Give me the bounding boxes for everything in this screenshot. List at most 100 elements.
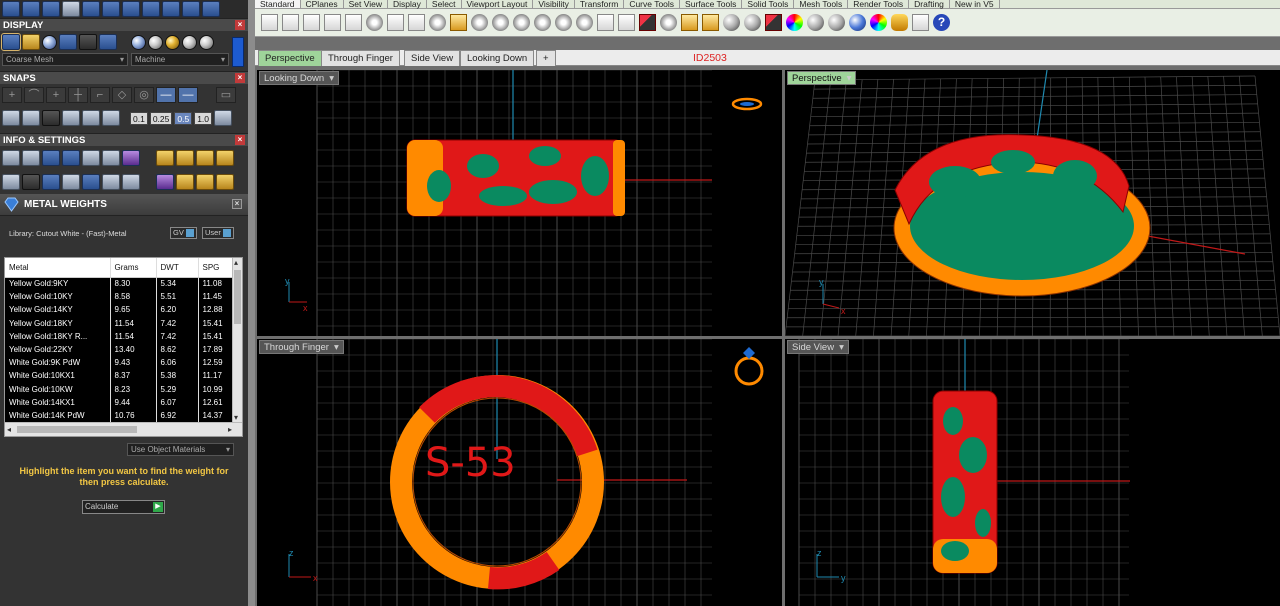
info-section-header[interactable]: INFO & SETTINGS × xyxy=(0,133,248,146)
cut-icon[interactable] xyxy=(366,14,383,31)
table-row[interactable]: White Gold:10KW 8.23 5.29 10.99 xyxy=(5,382,234,396)
smarttrack-icon[interactable] xyxy=(62,110,80,126)
toolbar-tab-select[interactable]: Select xyxy=(427,0,462,9)
render-sphere-icon[interactable] xyxy=(828,14,845,31)
ring-tool-icon[interactable] xyxy=(216,174,234,190)
history-icon[interactable] xyxy=(912,14,929,31)
rendered-sphere-icon[interactable] xyxy=(849,14,866,31)
points-icon[interactable] xyxy=(2,1,20,17)
gem-tool-icon[interactable] xyxy=(156,174,174,190)
table-row[interactable]: White Gold:14K PdW 10.76 6.92 14.37 xyxy=(5,408,234,423)
car-icon[interactable] xyxy=(639,14,656,31)
table-row[interactable]: Yellow Gold:10KY 8.58 5.51 11.45 xyxy=(5,290,234,304)
snaps-section-header[interactable]: SNAPS × xyxy=(0,71,248,84)
move-icon[interactable] xyxy=(82,1,100,17)
material-blue-icon[interactable] xyxy=(131,34,146,50)
tab-side-view[interactable]: Side View xyxy=(404,50,461,66)
frame-icon[interactable] xyxy=(176,150,194,166)
polyline-icon[interactable] xyxy=(42,1,60,17)
cube-icon[interactable] xyxy=(62,150,80,166)
wand-icon[interactable] xyxy=(156,150,174,166)
open-folder-icon[interactable] xyxy=(282,14,299,31)
ortho-icon[interactable] xyxy=(42,110,60,126)
viewport-side-view[interactable]: Side View ▾ zy xyxy=(785,339,1280,606)
toolbar-tab-cplanes[interactable]: CPlanes xyxy=(301,0,344,9)
layers-icon[interactable] xyxy=(42,150,60,166)
copy-icon[interactable] xyxy=(387,14,404,31)
scale-icon[interactable] xyxy=(122,1,140,17)
light-icon[interactable] xyxy=(723,14,740,31)
table-row[interactable]: White Gold:14KX1 9.44 6.07 12.61 xyxy=(5,395,234,409)
toolbar-tab-set-view[interactable]: Set View xyxy=(344,0,389,9)
osnap-icon[interactable] xyxy=(102,110,120,126)
close-icon[interactable]: × xyxy=(235,73,245,83)
mesh-dropdown[interactable]: Coarse Mesh xyxy=(2,53,128,66)
points-icon[interactable] xyxy=(702,14,719,31)
undo-view-icon[interactable] xyxy=(576,14,593,31)
dimension-icon[interactable] xyxy=(660,14,677,31)
hscroll-thumb[interactable] xyxy=(17,426,137,433)
chevron-down-icon[interactable]: ▾ xyxy=(329,72,334,85)
zoom-selected-icon[interactable] xyxy=(555,14,572,31)
toolbar-tab-new-in-v5[interactable]: New in V5 xyxy=(950,0,1000,9)
layout-icon[interactable] xyxy=(2,174,20,190)
toolbar-tab-drafting[interactable]: Drafting xyxy=(909,0,950,9)
mirror-icon[interactable] xyxy=(182,1,200,17)
tab-perspective[interactable]: Perspective xyxy=(258,50,322,66)
curve-icon[interactable] xyxy=(22,1,40,17)
snap-value-3[interactable]: 0.5 xyxy=(174,111,193,125)
snap-value-1[interactable]: 0.1 xyxy=(130,111,148,125)
grid-icon[interactable] xyxy=(2,110,20,126)
table-row[interactable]: Yellow Gold:22KY 13.40 8.62 17.89 xyxy=(5,342,234,357)
viewport-perspective[interactable]: Perspective ▾ yx xyxy=(785,70,1280,336)
camera-icon[interactable] xyxy=(216,150,234,166)
pan-hand-icon[interactable] xyxy=(450,14,467,31)
new-file-icon[interactable] xyxy=(261,14,278,31)
scroll-down-icon[interactable]: ▾ xyxy=(234,413,238,422)
gumball-icon[interactable] xyxy=(82,110,100,126)
gem-icon[interactable] xyxy=(122,150,140,166)
use-object-materials-dropdown[interactable]: Use Object Materials xyxy=(127,443,234,456)
zoom-extents-icon[interactable] xyxy=(534,14,551,31)
box-icon[interactable] xyxy=(62,174,80,190)
technical-icon[interactable] xyxy=(99,34,117,50)
scroll-left-icon[interactable]: ◂ xyxy=(7,425,11,434)
toolbar-tab-visibility[interactable]: Visibility xyxy=(533,0,575,9)
xray-icon[interactable] xyxy=(79,34,97,50)
edit-icon[interactable] xyxy=(102,150,120,166)
snap-end-icon[interactable]: + xyxy=(2,87,22,103)
tab-through-finger[interactable]: Through Finger xyxy=(321,50,400,66)
snap-int-icon[interactable]: ◇ xyxy=(112,87,132,103)
toolbar-tab-surface-tools[interactable]: Surface Tools xyxy=(680,0,743,9)
table-row[interactable]: Yellow Gold:18KY 11.54 7.42 15.41 xyxy=(5,316,234,330)
vertical-scrollbar[interactable]: ▴ ▾ xyxy=(232,258,242,422)
select-icon[interactable] xyxy=(62,1,80,17)
close-icon[interactable]: × xyxy=(232,199,242,209)
table-row[interactable]: Yellow Gold:14KY 9.65 6.20 12.88 xyxy=(5,303,234,317)
user-button[interactable]: User xyxy=(202,227,234,239)
rotate-view-icon[interactable] xyxy=(471,14,488,31)
snap-value-4[interactable]: 1.0 xyxy=(194,111,213,125)
table-row[interactable]: Yellow Gold:18KY R... 11.54 7.42 15.41 xyxy=(5,329,234,343)
table-row[interactable]: Yellow Gold:9KY 8.30 5.34 11.08 xyxy=(5,277,234,291)
toolbar-tab-mesh-tools[interactable]: Mesh Tools xyxy=(794,0,849,9)
funnel-icon[interactable] xyxy=(82,174,100,190)
tab-looking-down[interactable]: Looking Down xyxy=(460,50,535,66)
sparkle2-icon[interactable] xyxy=(196,174,214,190)
toolbar-tab-transform[interactable]: Transform xyxy=(575,0,625,9)
display-section-header[interactable]: DISPLAY × xyxy=(0,18,248,31)
palette-icon[interactable] xyxy=(870,14,887,31)
horizontal-scrollbar[interactable]: ◂ ▸ xyxy=(5,422,242,436)
paste-icon[interactable] xyxy=(408,14,425,31)
panel-splitter[interactable] xyxy=(248,0,255,606)
column-header-dwt[interactable]: DWT xyxy=(156,258,199,278)
snap-near-icon[interactable]: ⌒ xyxy=(24,87,44,103)
material-gold-icon[interactable] xyxy=(165,34,180,50)
object-snap-icon[interactable] xyxy=(681,14,698,31)
snap-tan-icon[interactable]: — xyxy=(156,87,176,103)
copy-object-icon[interactable] xyxy=(102,1,120,17)
calculate-button[interactable]: Calculate ▶ xyxy=(82,500,165,514)
tab-add[interactable]: + xyxy=(536,50,556,66)
material-white-icon[interactable] xyxy=(182,34,197,50)
material-chrome-icon[interactable] xyxy=(148,34,163,50)
